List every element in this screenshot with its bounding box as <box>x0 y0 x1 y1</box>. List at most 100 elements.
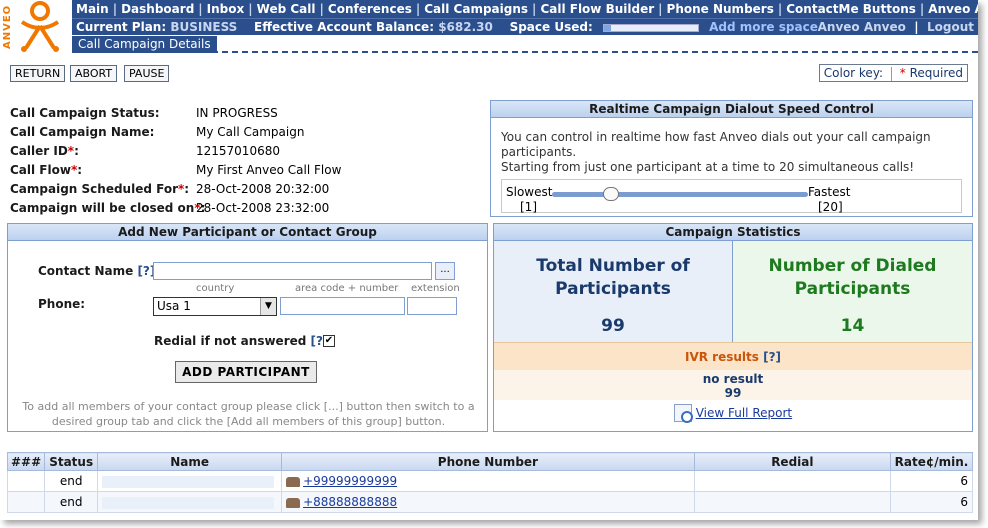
phone-link[interactable]: +88888888888 <box>303 495 397 509</box>
slowest-label: Slowest <box>506 185 553 199</box>
abort-button[interactable]: ABORT <box>70 65 118 82</box>
speed-panel-title: Realtime Campaign Dialout Speed Control <box>491 101 972 118</box>
required-star: * <box>899 66 906 80</box>
total-label-line1: Total Number of <box>536 256 690 276</box>
phone-number-input[interactable] <box>280 297 405 315</box>
nav-separator: | <box>198 2 203 16</box>
row-phone[interactable]: +99999999999 <box>281 470 695 492</box>
ivr-result-value: 99 <box>724 386 742 400</box>
nav-separator: | <box>658 2 663 16</box>
redial-label: Redial if not answered [?]: <box>154 334 333 348</box>
pause-button[interactable]: PAUSE <box>124 65 170 82</box>
table-row[interactable]: end +88888888888 6 <box>6 491 974 513</box>
status-value: IN PROGRESS <box>196 106 278 120</box>
redial-checkbox[interactable]: ✔ <box>323 335 335 347</box>
app-window: ANVEO Main | Dashboard | Inbox | Web Call | Conf… <box>0 0 978 520</box>
chevron-down-icon[interactable]: ▼ <box>260 298 276 315</box>
row-name <box>97 470 283 492</box>
anveo-logo[interactable]: ANVEO <box>0 0 72 54</box>
contact-name-text: Contact Name <box>38 264 134 278</box>
table-row[interactable]: end +99999999999 6 <box>6 470 974 492</box>
status-row: Call Campaign Name: My Call Campaign <box>10 123 480 142</box>
nav-separator: | <box>777 2 783 16</box>
contact-name-input[interactable] <box>153 262 432 280</box>
nav-item-main[interactable]: Main <box>76 2 109 16</box>
country-caption: country <box>196 283 235 294</box>
required-star: * <box>67 144 75 158</box>
name-placeholder <box>102 475 275 488</box>
status-value: My First Anveo Call Flow <box>196 163 342 177</box>
nav-item-contactme-buttons[interactable]: ContactMe Buttons <box>786 2 916 16</box>
max-value-label: [20] <box>818 200 843 214</box>
row-num <box>6 470 46 492</box>
phone-icon[interactable] <box>286 476 301 487</box>
status-value: 12157010680 <box>196 144 280 158</box>
col-header-status[interactable]: Status <box>44 452 99 471</box>
browse-contacts-button[interactable]: ... <box>435 262 455 280</box>
main-nav: Main | Dashboard | Inbox | Web Call | Conference… <box>72 0 978 18</box>
col-header-redial[interactable]: Redial <box>693 452 891 471</box>
report-magnifier-icon[interactable] <box>673 404 693 423</box>
full-report: View Full Report <box>494 404 972 423</box>
col-header-phone[interactable]: Phone Number <box>281 452 695 471</box>
speed-control-panel: Realtime Campaign Dialout Speed Control … <box>490 100 973 217</box>
speed-slider-thumb[interactable] <box>602 187 619 201</box>
nav-separator: | <box>112 2 118 16</box>
speed-slider-track[interactable] <box>552 187 808 201</box>
return-button[interactable]: RETURN <box>10 65 66 82</box>
logo-figure-icon <box>20 1 60 52</box>
phone-link[interactable]: +99999999999 <box>303 474 397 488</box>
color-key: Color key: * Required <box>818 64 968 82</box>
nav-item-conferences[interactable]: Conferences <box>328 2 412 16</box>
col-header-rate[interactable]: Rate¢/min. <box>889 452 974 471</box>
col-header-num[interactable]: ### <box>6 452 46 471</box>
logout-link[interactable]: Logout <box>927 20 974 34</box>
dialed-participants-box: Number of Dialed Participants 14 <box>733 241 972 342</box>
nav-item-dashboard[interactable]: Dashboard <box>121 2 194 16</box>
status-value: 28-Oct-2008 20:32:00 <box>196 182 330 196</box>
plan-value: BUSINESS <box>170 20 238 34</box>
row-redial <box>693 491 891 513</box>
ivr-result-label: no result <box>702 372 764 386</box>
country-select[interactable]: Usa 1 ▼ <box>153 297 277 316</box>
balance-value: $682.30 <box>438 20 493 34</box>
add-participant-button[interactable]: ADD PARTICIPANT <box>175 361 317 383</box>
participants-table: ### Status Name Phone Number Redial Rate… <box>6 452 974 513</box>
nav-item-inbox[interactable]: Inbox <box>207 2 245 16</box>
add-space-link[interactable]: Add more space <box>709 20 818 34</box>
nav-separator: | <box>248 2 253 16</box>
user-area: Anveo Anveo | Logout <box>817 20 974 34</box>
required-text: Required <box>909 66 963 80</box>
phone-icon[interactable] <box>286 497 301 508</box>
speed-text-line2: Starting from just one participant at a … <box>501 160 915 174</box>
dialed-label-line1: Number of Dialed <box>768 256 937 276</box>
col-header-name[interactable]: Name <box>97 452 283 471</box>
status-row: Call Flow*: My First Anveo Call Flow <box>10 161 480 180</box>
nav-item-web-call[interactable]: Web Call <box>257 2 316 16</box>
row-rate: 6 <box>889 470 974 492</box>
nav-item-phone-numbers[interactable]: Phone Numbers <box>667 2 774 16</box>
row-phone[interactable]: +88888888888 <box>281 491 695 513</box>
nav-item-anveo-api[interactable]: Anveo API <box>928 2 978 16</box>
ivr-help-link[interactable]: [?] <box>763 350 781 364</box>
page-tab-row: Call Campaign Details <box>72 35 978 53</box>
speed-panel-text: You can control in realtime how fast Anv… <box>491 118 972 175</box>
min-value-label: [1] <box>520 200 537 214</box>
dialed-label-line2: Participants <box>794 279 911 299</box>
row-name <box>97 491 283 513</box>
hint-line1: To add all members of your contact group… <box>22 400 475 413</box>
ext-caption: extension <box>411 283 460 294</box>
status-key-text: Call Campaign Name: <box>10 125 155 139</box>
fastest-label: Fastest <box>808 185 851 199</box>
tab-call-campaign-details[interactable]: Call Campaign Details <box>72 36 217 53</box>
row-status: end <box>44 470 99 492</box>
view-full-report-link[interactable]: View Full Report <box>696 406 792 420</box>
status-value: 28-Oct-2008 23:32:00 <box>196 201 330 215</box>
nav-item-call-campaigns[interactable]: Call Campaigns <box>424 2 528 16</box>
nav-separator: | <box>919 2 925 16</box>
extension-input[interactable] <box>407 297 457 315</box>
status-key: Call Campaign Name: <box>10 123 196 142</box>
hint-line2: desired group tab and click the [Add all… <box>51 415 446 428</box>
nav-item-call-flow-builder[interactable]: Call Flow Builder <box>540 2 654 16</box>
status-row: Caller ID*: 12157010680 <box>10 142 480 161</box>
